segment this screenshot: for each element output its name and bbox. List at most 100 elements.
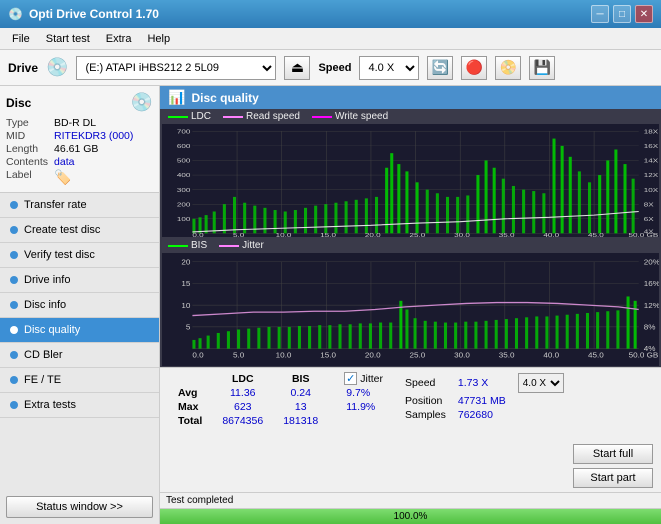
contents-value: data — [54, 156, 153, 168]
jitter-total — [344, 415, 383, 427]
menu-file[interactable]: File — [4, 31, 38, 47]
svg-text:30.0: 30.0 — [454, 351, 470, 359]
svg-text:500: 500 — [177, 159, 191, 165]
save-button[interactable]: 💾 — [529, 56, 555, 80]
svg-text:5.0: 5.0 — [233, 233, 244, 237]
nav-drive-info[interactable]: Drive info — [0, 268, 159, 293]
disc-quality-title: Disc quality — [191, 91, 258, 105]
start-full-button[interactable]: Start full — [573, 444, 653, 464]
window-controls: ─ □ ✕ — [591, 5, 653, 23]
speed-select[interactable]: 4.0 X — [359, 56, 419, 80]
nav-create-test-disc[interactable]: Create test disc — [0, 218, 159, 243]
svg-text:15: 15 — [181, 280, 190, 288]
type-value: BD-R DL — [54, 117, 153, 129]
nav-disc-quality[interactable]: Disc quality — [0, 318, 159, 343]
menu-help[interactable]: Help — [139, 31, 178, 47]
sidebar: Disc 💿 Type BD-R DL MID RITEKDR3 (000) L… — [0, 86, 160, 524]
svg-text:10.0: 10.0 — [276, 233, 292, 237]
svg-text:200: 200 — [177, 202, 191, 208]
type-label: Type — [6, 117, 48, 129]
bis-chart: 20 15 10 5 20% 16% 12% 8% 4% 0.0 5.0 10.… — [162, 253, 659, 366]
top-chart-legend: LDC Read speed Write speed — [160, 109, 661, 124]
max-label: Max — [168, 400, 212, 414]
avg-label: Avg — [168, 386, 212, 400]
jitter-section: ✓ Jitter 9.7% 11.9% — [344, 372, 383, 427]
svg-text:25.0: 25.0 — [409, 233, 425, 237]
menu-start-test[interactable]: Start test — [38, 31, 98, 47]
label-value: 🏷️ — [54, 169, 153, 186]
bis-col-header: BIS — [273, 372, 328, 386]
svg-text:0.0: 0.0 — [192, 351, 203, 359]
svg-text:0.0: 0.0 — [192, 233, 203, 237]
speed-value: 1.73 X — [452, 372, 512, 394]
svg-text:14X: 14X — [644, 159, 659, 165]
svg-text:8%: 8% — [644, 323, 656, 331]
svg-text:35.0: 35.0 — [499, 351, 515, 359]
svg-text:50.0 GB: 50.0 GB — [629, 351, 659, 359]
svg-text:12X: 12X — [644, 173, 659, 179]
nav-fe-te[interactable]: FE / TE — [0, 368, 159, 393]
svg-text:300: 300 — [177, 188, 191, 194]
status-bar: Test completed — [160, 492, 661, 508]
nav-cd-bler[interactable]: CD Bler — [0, 343, 159, 368]
action-buttons: Start full Start part — [573, 444, 653, 488]
nav-disc-info[interactable]: Disc info — [0, 293, 159, 318]
drive-select[interactable]: (E:) ATAPI iHBS212 2 5L09 — [76, 56, 276, 80]
drive-icon: 💿 — [46, 57, 68, 78]
svg-text:700: 700 — [177, 129, 191, 135]
total-bis: 181318 — [273, 414, 328, 428]
svg-text:5.0: 5.0 — [233, 351, 244, 359]
svg-text:40.0: 40.0 — [543, 233, 559, 237]
disc-panel-title: Disc — [6, 96, 31, 110]
speed-label: Speed — [318, 62, 351, 74]
disc-quality-header: 📊 Disc quality — [160, 86, 661, 109]
minimize-button[interactable]: ─ — [591, 5, 609, 23]
speed-select[interactable]: 4.0 X — [518, 373, 564, 393]
svg-text:45.0: 45.0 — [588, 233, 604, 237]
app-icon: 💿 — [8, 7, 23, 21]
progress-text: 100.0% — [160, 509, 661, 524]
start-part-button[interactable]: Start part — [573, 468, 653, 488]
svg-text:35.0: 35.0 — [499, 233, 515, 237]
svg-text:600: 600 — [177, 144, 191, 150]
maximize-button[interactable]: □ — [613, 5, 631, 23]
svg-text:15.0: 15.0 — [320, 351, 336, 359]
jitter-max: 11.9% — [344, 401, 383, 413]
length-value: 46.61 GB — [54, 143, 153, 155]
status-text: Test completed — [166, 495, 233, 506]
jitter-checkbox[interactable]: ✓ — [344, 372, 357, 385]
svg-text:30.0: 30.0 — [454, 233, 470, 237]
total-ldc: 8674356 — [212, 414, 273, 428]
svg-text:25.0: 25.0 — [409, 351, 425, 359]
close-button[interactable]: ✕ — [635, 5, 653, 23]
eject-button[interactable]: ⏏ — [284, 56, 310, 80]
content-area: 📊 Disc quality LDC Read speed Write spee… — [160, 86, 661, 524]
refresh-button[interactable]: 🔄 — [427, 56, 453, 80]
svg-text:10: 10 — [181, 301, 190, 309]
svg-text:16X: 16X — [644, 144, 659, 150]
svg-text:45.0: 45.0 — [588, 351, 604, 359]
max-bis: 13 — [273, 400, 328, 414]
nav-verify-test-disc[interactable]: Verify test disc — [0, 243, 159, 268]
drive-label: Drive — [8, 61, 38, 75]
nav-transfer-rate[interactable]: Transfer rate — [0, 193, 159, 218]
svg-text:40.0: 40.0 — [543, 351, 559, 359]
svg-text:20%: 20% — [644, 258, 659, 266]
burn-button[interactable]: 🔴 — [461, 56, 487, 80]
total-label: Total — [168, 414, 212, 428]
samples-label: Samples — [399, 408, 452, 422]
svg-text:16%: 16% — [644, 280, 659, 288]
speed-label: Speed — [399, 372, 452, 394]
status-window-button[interactable]: Status window >> — [6, 496, 153, 518]
svg-text:5: 5 — [186, 323, 191, 331]
svg-text:8X: 8X — [644, 202, 654, 208]
disc-panel: Disc 💿 Type BD-R DL MID RITEKDR3 (000) L… — [0, 86, 159, 193]
menu-bar: File Start test Extra Help — [0, 28, 661, 50]
nav-extra-tests[interactable]: Extra tests — [0, 393, 159, 418]
menu-extra[interactable]: Extra — [98, 31, 140, 47]
svg-text:12%: 12% — [644, 301, 659, 309]
erase-button[interactable]: 📀 — [495, 56, 521, 80]
ldc-chart: 700 600 500 400 300 200 100 18X 16X 14X … — [162, 124, 659, 237]
avg-ldc: 11.36 — [212, 386, 273, 400]
jitter-avg: 9.7% — [344, 387, 383, 399]
